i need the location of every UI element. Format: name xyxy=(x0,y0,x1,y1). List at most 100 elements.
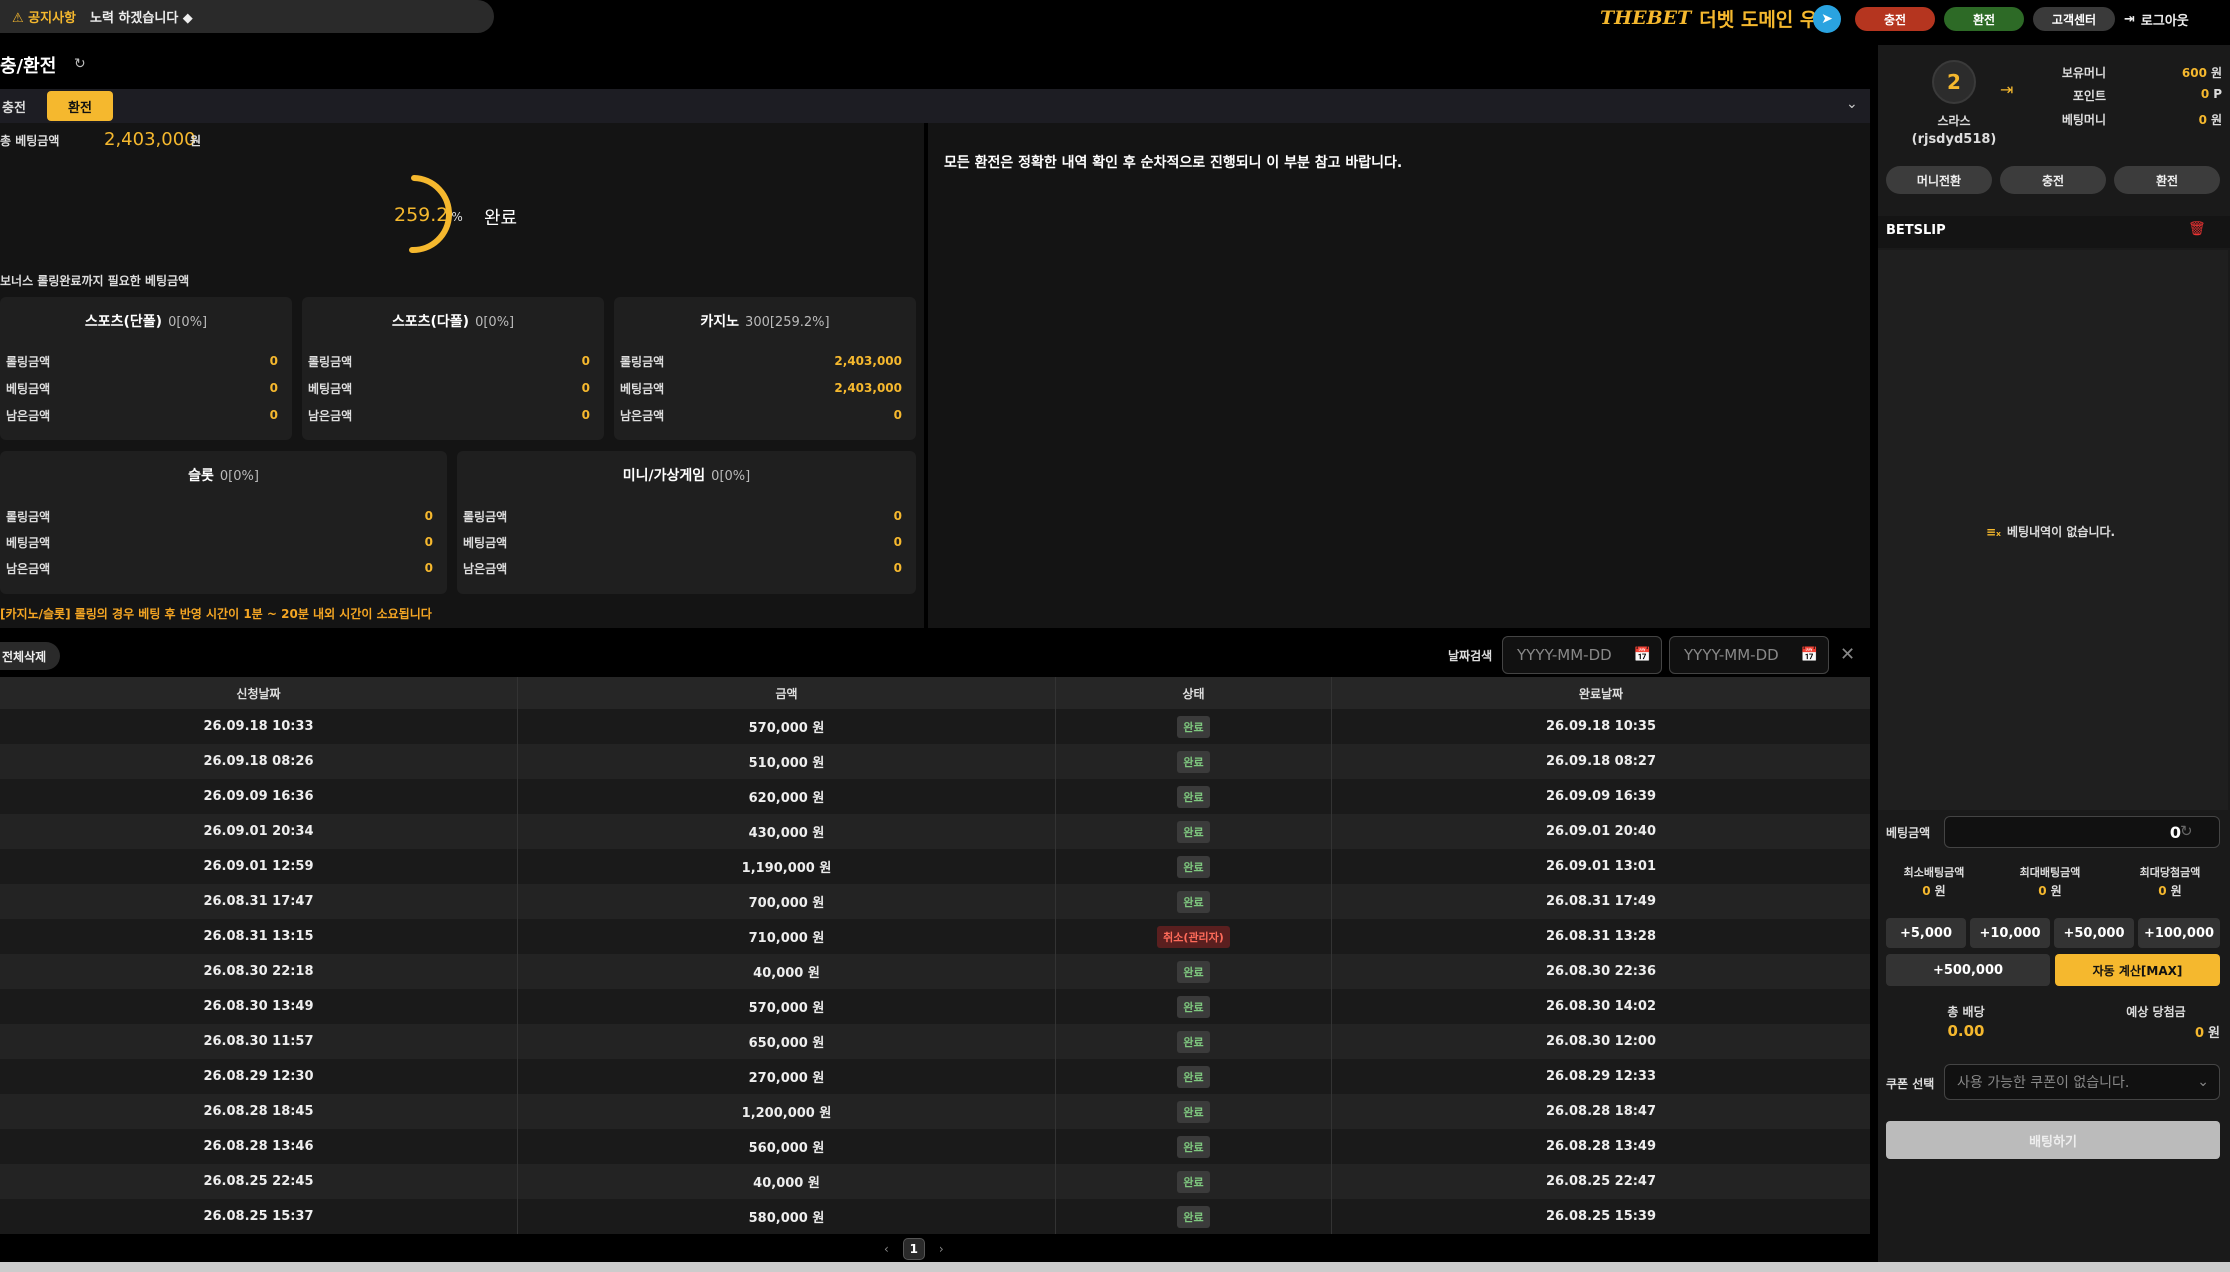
cell-status: 완료 xyxy=(1056,709,1332,744)
max-bet-value: 0원 xyxy=(2038,884,2062,898)
notice-bar[interactable]: ⚠ 공지사항 노력 하겠습니다 ◆ xyxy=(0,0,494,33)
chip-500000-button[interactable]: +500,000 xyxy=(1886,954,2050,986)
cell-status: 완료 xyxy=(1056,1059,1332,1094)
cell-status: 완료 xyxy=(1056,1024,1332,1059)
close-icon[interactable]: ✕ xyxy=(1840,644,1855,665)
header-complete-date: 완료날짜 xyxy=(1578,686,1624,701)
row-value: 0 xyxy=(893,408,902,422)
deposit-button[interactable]: 충전 xyxy=(2000,166,2106,194)
delete-all-button[interactable]: 전체삭제 xyxy=(0,642,60,670)
cell-amount: 1,200,000 원 xyxy=(518,1094,1056,1129)
total-odds-label: 총 배당 xyxy=(1947,1005,1985,1019)
calendar-icon[interactable]: 📅 xyxy=(1801,647,1818,663)
cell-amount: 40,000 원 xyxy=(518,954,1056,989)
row-label: 롤링금액 xyxy=(308,354,353,369)
refresh-icon[interactable]: ↻ xyxy=(74,56,86,72)
cell-status: 취소(관리자) xyxy=(1056,919,1332,954)
cell-request-date: 26.08.30 11:57 xyxy=(0,1024,518,1059)
prev-page-button[interactable]: ‹ xyxy=(884,1242,889,1256)
total-odds-value: 0.00 xyxy=(1947,1022,1985,1040)
cell-complete-date: 26.08.25 22:47 xyxy=(1545,1174,1657,1189)
table-row: 26.08.31 17:47 700,000 원 완료 26.08.31 17:49 xyxy=(0,884,1870,919)
chevron-down-icon[interactable]: ⌄ xyxy=(1846,96,1858,112)
table-row: 26.09.01 20:34 430,000 원 완료 26.09.01 20:40 xyxy=(0,814,1870,849)
header-customer-center-button[interactable]: 고객센터 xyxy=(2033,7,2115,31)
table-row: 26.08.30 13:49 570,000 원 완료 26.08.30 14:02 xyxy=(0,989,1870,1024)
table-row: 26.08.25 22:45 40,000 원 완료 26.08.25 22:47 xyxy=(0,1164,1870,1199)
auto-max-button[interactable]: 자동 계산[MAX] xyxy=(2055,954,2220,986)
status-badge: 완료 xyxy=(1177,1100,1210,1123)
cell-amount: 510,000 원 xyxy=(518,744,1056,779)
cell-amount: 430,000 원 xyxy=(518,814,1056,849)
status-badge: 완료 xyxy=(1177,715,1210,738)
cell-request-date: 26.08.29 12:30 xyxy=(0,1059,518,1094)
cell-complete-date: 26.08.28 18:47 xyxy=(1545,1104,1657,1119)
status-badge: 완료 xyxy=(1177,750,1210,773)
table-row: 26.08.28 13:46 560,000 원 완료 26.08.28 13:49 xyxy=(0,1129,1870,1164)
row-value: 0 xyxy=(269,354,278,368)
cell-amount: 570,000 원 xyxy=(518,709,1056,744)
reset-icon[interactable]: ↻ xyxy=(2180,822,2193,840)
row-value: 0 xyxy=(269,381,278,395)
cell-amount: 40,000 원 xyxy=(518,1164,1056,1199)
expected-win-label: 예상 당첨금 xyxy=(2126,1005,2186,1019)
table-row: 26.09.18 08:26 510,000 원 완료 26.09.18 08:27 xyxy=(0,744,1870,779)
point-value: 0P xyxy=(2200,87,2222,101)
row-value: 0 xyxy=(581,381,590,395)
chip-10000-button[interactable]: +10,000 xyxy=(1970,918,2050,948)
cell-status: 완료 xyxy=(1056,849,1332,884)
cell-complete-date: 26.09.18 08:27 xyxy=(1545,754,1657,769)
page-button-1[interactable]: 1 xyxy=(902,1238,925,1260)
trash-icon[interactable]: 🗑 xyxy=(2188,221,2206,237)
withdraw-button[interactable]: 환전 xyxy=(2114,166,2220,194)
table-header: 신청날짜 금액 상태 완료날짜 xyxy=(0,677,1870,709)
date-to-input[interactable]: YYYY-MM-DD 📅 xyxy=(1669,636,1829,674)
place-bet-button[interactable]: 배팅하기 xyxy=(1886,1121,2220,1159)
bet-amount-input[interactable]: 0 xyxy=(1944,816,2220,848)
user-level-badge: 2 xyxy=(1932,60,1976,104)
row-label: 남은금액 xyxy=(308,408,353,423)
rolling-card-sports-single: 스포츠(단폴) 0[0%] 롤링금액 0 베팅금액 0 남은금액 0 xyxy=(0,297,292,440)
status-badge: 완료 xyxy=(1177,785,1210,808)
rolling-card-slot: 슬롯 0[0%] 롤링금액 0 베팅금액 0 남은금액 0 xyxy=(0,451,447,594)
table-row: 26.09.09 16:36 620,000 원 완료 26.09.09 16:39 xyxy=(0,779,1870,814)
table-row: 26.08.30 11:57 650,000 원 완료 26.08.30 12:00 xyxy=(0,1024,1870,1059)
logout-icon: ⇥ xyxy=(2124,11,2135,27)
row-value: 0 xyxy=(424,509,433,523)
card-title: 스포츠(단폴) 0[0%] xyxy=(84,314,208,330)
chip-100000-button[interactable]: +100,000 xyxy=(2138,918,2220,948)
bottom-scrollbar[interactable] xyxy=(0,1262,2230,1272)
cell-amount: 650,000 원 xyxy=(518,1024,1056,1059)
table-row: 26.08.30 22:18 40,000 원 완료 26.08.30 22:36 xyxy=(0,954,1870,989)
chip-5000-button[interactable]: +5,000 xyxy=(1886,918,1966,948)
cell-status: 완료 xyxy=(1056,1164,1332,1199)
header-status: 상태 xyxy=(1056,677,1332,709)
card-title: 카지노 300[259.2%] xyxy=(700,314,830,330)
status-badge: 완료 xyxy=(1177,1205,1210,1228)
row-value: 2,403,000 xyxy=(834,354,902,368)
status-badge: 완료 xyxy=(1177,960,1210,983)
header-deposit-button[interactable]: 충전 xyxy=(1855,7,1935,31)
telegram-icon[interactable]: ➤ xyxy=(1813,5,1841,33)
tab-withdraw[interactable]: 환전 xyxy=(47,91,113,121)
cell-amount: 580,000 원 xyxy=(518,1199,1056,1234)
user-name: 스라스 xyxy=(1937,114,1971,128)
chip-50000-button[interactable]: +50,000 xyxy=(2054,918,2134,948)
card-title: 스포츠(다폴) 0[0%] xyxy=(391,314,515,330)
rolling-card-casino: 카지노 300[259.2%] 롤링금액 2,403,000 베팅금액 2,403,0… xyxy=(614,297,916,440)
cell-amount: 620,000 원 xyxy=(518,779,1056,814)
coupon-select[interactable]: 사용 가능한 쿠폰이 없습니다. ⌄ xyxy=(1944,1064,2220,1100)
calendar-icon[interactable]: 📅 xyxy=(1634,647,1651,663)
row-label: 롤링금액 xyxy=(6,354,51,369)
status-badge: 완료 xyxy=(1177,820,1210,843)
date-from-input[interactable]: YYYY-MM-DD 📅 xyxy=(1502,636,1662,674)
site-logo[interactable]: THEBET 더벳 도메인 우회 xyxy=(1600,4,1835,32)
cell-request-date: 26.09.01 20:34 xyxy=(0,814,518,849)
date-search-label: 날짜검색 xyxy=(1448,649,1493,663)
logout-button[interactable]: ⇥ 로그아웃 xyxy=(2124,7,2189,31)
money-convert-button[interactable]: 머니전환 xyxy=(1886,166,1992,194)
header-withdraw-button[interactable]: 환전 xyxy=(1944,7,2024,31)
next-page-button[interactable]: › xyxy=(939,1242,944,1256)
tab-deposit[interactable]: 충전 xyxy=(0,91,40,121)
status-badge: 완료 xyxy=(1177,1170,1210,1193)
